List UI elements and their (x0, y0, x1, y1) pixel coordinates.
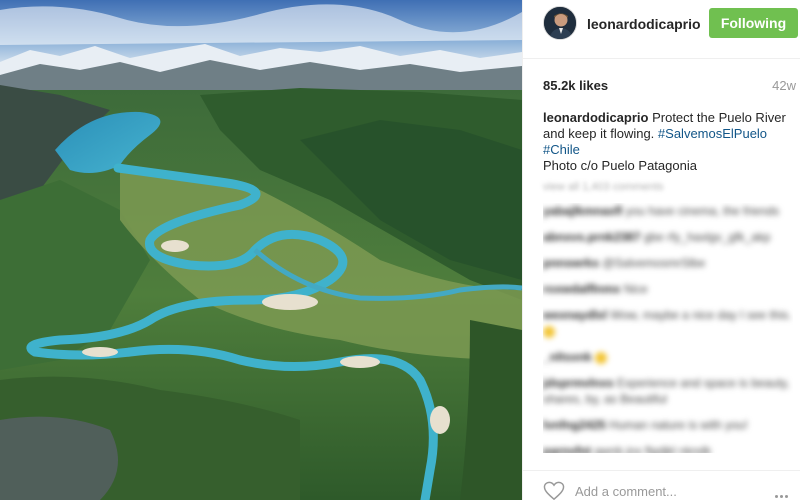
comment-bar (523, 470, 800, 500)
hashtag-salvemoselpuelo[interactable]: #SalvemosElPuelo (658, 126, 767, 141)
hashtag-chile[interactable]: #Chile (543, 142, 580, 157)
profile-avatar-icon (544, 7, 576, 39)
river-landscape-image (0, 0, 522, 500)
comment-item: jdsprmvlnxs Experience and space is beau… (543, 375, 793, 407)
comment-text: Nice (623, 282, 648, 296)
comment-item: abnxvs.prnk2387 gbe rfy_haxlgv_gfk_akp (543, 229, 793, 245)
heart-icon[interactable] (543, 481, 565, 500)
comment-username[interactable]: lvnfng2425 (543, 418, 606, 432)
avatar[interactable] (543, 6, 577, 40)
more-options-icon[interactable] (775, 485, 795, 498)
post-header: leonardodicaprio Following (523, 0, 800, 47)
comment-text: qwnb jnx flgdjkl nkndk (594, 444, 712, 453)
photo-credit: Photo c/o Puelo Patagonia (543, 158, 697, 173)
load-more-comments[interactable]: view all 1,403 comments (543, 181, 663, 193)
comment-username[interactable]: roxwdalflnmx (543, 282, 620, 296)
comment-text: Human nature is with you! (609, 418, 748, 432)
emoji-icon (543, 325, 555, 338)
comment-item: lvnfng2425 Human nature is with you! (543, 417, 793, 433)
comment-username[interactable]: abnxvs.prnk2387 (543, 230, 640, 244)
comment-text: @SalvemosmrSlbe (602, 256, 706, 270)
username-link[interactable]: leonardodicaprio (587, 16, 701, 32)
following-button[interactable]: Following (709, 8, 798, 38)
comment-username[interactable]: pnnswrks (543, 256, 599, 270)
likes-count[interactable]: 85.2k likes (543, 78, 608, 93)
comment-item: _nltsxnk (543, 349, 793, 365)
post-caption: leonardodicaprio Protect the Puelo River… (543, 110, 793, 174)
post-photo[interactable] (0, 0, 522, 500)
comment-username[interactable]: _nltsxnk (543, 350, 592, 364)
comment-item: roxwdalflnmx Nice (543, 281, 793, 297)
comment-username[interactable]: parnvfnt (543, 444, 591, 453)
comment-username[interactable]: yabajlkmnaxfl (543, 204, 622, 218)
comment-item: wexnaydlxl Wow, maybe a nice day I see t… (543, 307, 793, 339)
likes-row: 85.2k likes 42w (523, 58, 800, 110)
comment-item: yabajlkmnaxfl you have cinema, the frien… (543, 203, 793, 219)
emoji-icon (595, 351, 608, 364)
comment-username[interactable]: wexnaydlxl (543, 308, 607, 322)
comment-username[interactable]: jdsprmvlnxs (543, 376, 614, 390)
post-details-panel: leonardodicaprio Following 85.2k likes 4… (522, 0, 800, 500)
post-timestamp: 42w (772, 78, 796, 93)
add-comment-input[interactable] (575, 481, 765, 500)
comment-item: pnnswrks @SalvemosmrSlbe (543, 255, 793, 271)
caption-username[interactable]: leonardodicaprio (543, 110, 648, 125)
comments-list: yabajlkmnaxfl you have cinema, the frien… (543, 203, 793, 453)
comment-text: gbe rfy_haxlgv_gfk_akp (643, 230, 771, 244)
comment-text: you have cinema, the friends (625, 204, 780, 218)
comment-text: Wow, maybe a nice day I see this. (610, 308, 792, 322)
comment-item: parnvfnt qwnb jnx flgdjkl nkndk (543, 443, 793, 453)
